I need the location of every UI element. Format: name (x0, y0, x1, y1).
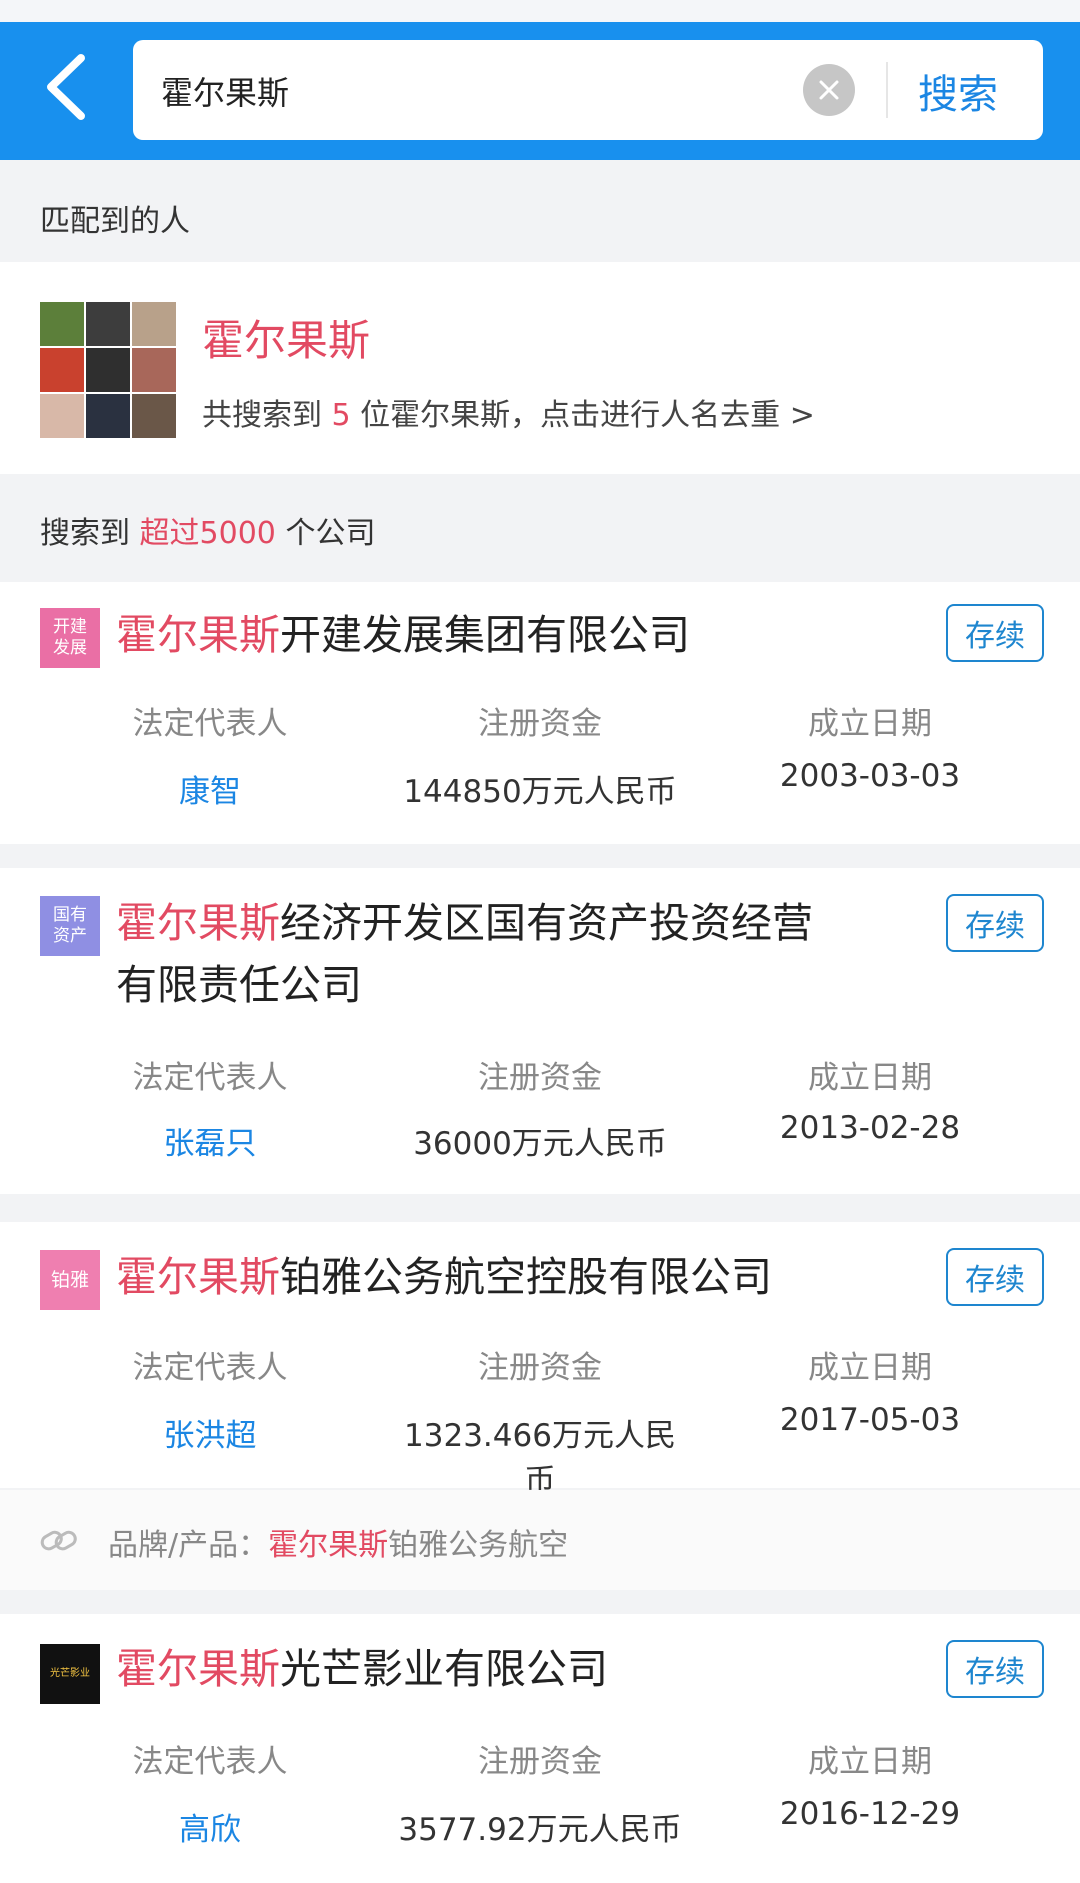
company-name[interactable]: 霍尔果斯光芒影业有限公司 (116, 1638, 816, 1700)
logo-text: 铂雅 (50, 1268, 89, 1291)
company-card[interactable]: 铂雅 霍尔果斯铂雅公务航空控股有限公司 存续 法定代表人 注册资金 成立日期 张… (0, 1222, 1080, 1499)
link-icon (40, 1530, 77, 1551)
company-name-rest: 光芒影业有限公司 (280, 1645, 608, 1693)
status-badge: 存续 (946, 1248, 1044, 1306)
avatar (40, 302, 84, 346)
close-icon (819, 80, 839, 100)
capital-value: 1323.466万元人民币 (404, 1418, 676, 1499)
avatar (40, 394, 84, 438)
founded-value: 2003-03-03 (779, 758, 961, 794)
founded-value: 2013-02-28 (779, 1110, 961, 1146)
logo-text: 资产 (53, 926, 87, 946)
brand-row[interactable]: 品牌/产品：霍尔果斯铂雅公务航空 (0, 1490, 1080, 1590)
logo-text: 国有 (53, 905, 87, 925)
company-logo: 开建 发展 (40, 608, 100, 668)
legal-rep-label: 法定代表人 (132, 1744, 288, 1780)
person-card[interactable]: 霍尔果斯 共搜索到 5 位霍尔果斯，点击进行人名去重 > (0, 262, 1080, 474)
logo-text: 发展 (53, 638, 87, 658)
person-name: 霍尔果斯 (202, 316, 371, 365)
people-section-title: 匹配到的人 (40, 204, 190, 239)
capital-value: 36000万元人民币 (413, 1126, 667, 1162)
legal-rep-link[interactable]: 高欣 (60, 1804, 360, 1849)
person-dedupe-link[interactable]: 共搜索到 5 位霍尔果斯，点击进行人名去重 > (202, 390, 815, 434)
search-header: 霍尔果斯 搜索 (0, 22, 1080, 160)
company-name[interactable]: 霍尔果斯铂雅公务航空控股有限公司 (116, 1246, 816, 1308)
company-card[interactable]: 开建 发展 霍尔果斯开建发展集团有限公司 存续 法定代表人 注册资金 成立日期 … (0, 582, 1080, 844)
brand-highlight: 霍尔果斯 (268, 1528, 389, 1563)
back-button[interactable] (30, 42, 100, 132)
avatar (132, 302, 176, 346)
capital-value: 3577.92万元人民币 (398, 1812, 682, 1848)
capital-value: 144850万元人民币 (403, 774, 677, 810)
avatar-collage (40, 302, 176, 438)
founded-value: 2017-05-03 (779, 1402, 961, 1438)
company-name-highlight: 霍尔果斯 (116, 1645, 280, 1693)
brand-text: 品牌/产品：霍尔果斯铂雅公务航空 (108, 1520, 568, 1564)
company-name-rest: 开建发展集团有限公司 (280, 611, 690, 659)
legal-rep-label: 法定代表人 (132, 706, 288, 742)
person-sub-prefix: 共搜索到 (202, 398, 332, 433)
founded-value: 2016-12-29 (779, 1796, 961, 1832)
avatar (86, 394, 130, 438)
capital-label: 注册资金 (478, 706, 602, 742)
company-card[interactable]: 光芒影业 霍尔果斯光芒影业有限公司 存续 法定代表人 注册资金 成立日期 高欣 … (0, 1614, 1080, 1883)
company-logo: 光芒影业 (40, 1644, 100, 1704)
capital-label: 注册资金 (478, 1350, 602, 1386)
avatar (86, 348, 130, 392)
legal-rep-label: 法定代表人 (132, 1350, 288, 1386)
avatar (40, 348, 84, 392)
founded-label: 成立日期 (808, 1350, 932, 1386)
company-count: 超过5000 (139, 516, 276, 551)
count-suffix: 个公司 (275, 516, 376, 551)
legal-rep-link[interactable]: 康智 (60, 766, 360, 811)
legal-rep-label: 法定代表人 (132, 1060, 288, 1096)
clear-search-button[interactable] (803, 64, 855, 116)
company-count-line: 搜索到 超过5000 个公司 (40, 508, 375, 552)
founded-label: 成立日期 (808, 1060, 932, 1096)
company-name[interactable]: 霍尔果斯经济开发区国有资产投资经营有限责任公司 (116, 892, 816, 1016)
person-sub-suffix: 位霍尔果斯，点击进行人名去重 > (350, 398, 815, 433)
avatar (132, 348, 176, 392)
avatar (132, 394, 176, 438)
status-badge: 存续 (946, 894, 1044, 952)
company-name-highlight: 霍尔果斯 (116, 611, 280, 659)
founded-label: 成立日期 (808, 706, 932, 742)
founded-label: 成立日期 (808, 1744, 932, 1780)
chevron-left-icon (47, 54, 85, 120)
company-name-highlight: 霍尔果斯 (116, 899, 280, 947)
search-bar: 霍尔果斯 搜索 (133, 40, 1043, 140)
avatar (86, 302, 130, 346)
company-name-rest: 铂雅公务航空控股有限公司 (280, 1253, 772, 1301)
logo-text: 开建 (53, 617, 87, 637)
company-card[interactable]: 国有 资产 霍尔果斯经济开发区国有资产投资经营有限责任公司 存续 法定代表人 注… (0, 868, 1080, 1194)
company-name-highlight: 霍尔果斯 (116, 1253, 280, 1301)
divider (886, 62, 888, 118)
status-badge: 存续 (946, 1640, 1044, 1698)
logo-text: 光芒影业 (50, 1668, 90, 1679)
legal-rep-link[interactable]: 张磊只 (60, 1118, 360, 1163)
count-prefix: 搜索到 (40, 516, 140, 551)
company-logo: 铂雅 (40, 1250, 100, 1310)
status-badge: 存续 (946, 604, 1044, 662)
search-button[interactable]: 搜索 (918, 62, 998, 120)
company-logo: 国有 资产 (40, 896, 100, 956)
legal-rep-link[interactable]: 张洪超 (60, 1410, 360, 1455)
brand-rest: 铂雅公务航空 (388, 1528, 569, 1563)
brand-label: 品牌/产品： (108, 1528, 269, 1563)
company-name[interactable]: 霍尔果斯开建发展集团有限公司 (116, 604, 816, 666)
search-input[interactable]: 霍尔果斯 (161, 68, 289, 114)
capital-label: 注册资金 (478, 1744, 602, 1780)
capital-label: 注册资金 (478, 1060, 602, 1096)
person-count: 5 (331, 398, 351, 433)
status-strip (0, 0, 1080, 22)
